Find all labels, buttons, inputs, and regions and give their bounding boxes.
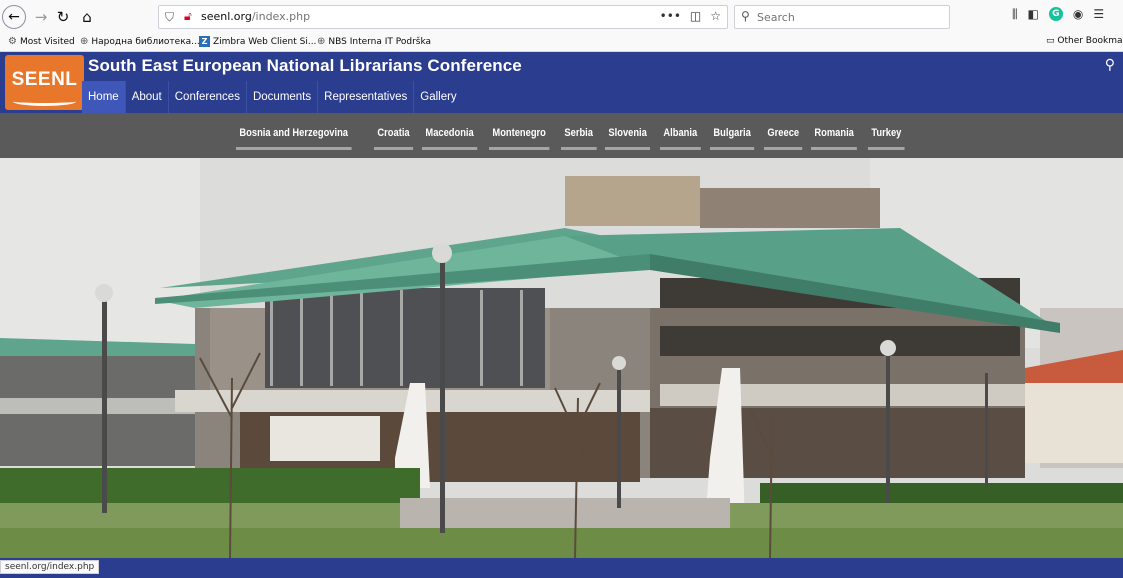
url-host: seenl.org xyxy=(201,10,252,23)
url-bar[interactable]: ⛉ 🔓︎ seenl.org/index.php ••• ◫ ☆ xyxy=(158,5,728,29)
globe-icon: ⊕ xyxy=(80,36,89,47)
star-icon[interactable]: ☆ xyxy=(710,9,721,23)
nav-about[interactable]: About xyxy=(126,81,169,113)
menu-icon[interactable]: ☰ xyxy=(1093,7,1104,22)
browser-search-input[interactable] xyxy=(757,9,937,25)
library-icon[interactable]: ⫼ xyxy=(1012,7,1018,22)
bookmark-label: Народна библиотека... xyxy=(91,36,200,47)
sidebar-icon[interactable]: ◧ xyxy=(1028,7,1039,22)
zimbra-icon: Z xyxy=(199,36,210,47)
browser-toolbar: ← → ↻ ⌂ ⛉ 🔓︎ seenl.org/index.php ••• ◫ ☆… xyxy=(0,0,1123,33)
book-icon xyxy=(13,97,76,106)
other-bookmarks[interactable]: ▭ Other Bookmarks xyxy=(1046,36,1123,46)
url-path: /index.php xyxy=(251,10,311,23)
site-header: SEENL South East European National Libra… xyxy=(0,52,1123,113)
bookmark-label: NBS Interna IT Podrška xyxy=(328,36,432,47)
reload-icon: ↻ xyxy=(56,8,70,26)
site-title: South East European National Librarians … xyxy=(88,56,522,75)
bookmark-nbs[interactable]: ⊕ NBS Interna IT Podrška xyxy=(317,36,431,47)
folder-icon: ▭ xyxy=(1046,36,1055,46)
url-text[interactable]: seenl.org/index.php xyxy=(201,10,310,23)
main-nav: Home About Conferences Documents Represe… xyxy=(82,81,463,113)
country-bar: Bosnia and Herzegovina Croatia Macedonia… xyxy=(0,113,1123,158)
nav-representatives[interactable]: Representatives xyxy=(318,81,415,113)
nav-gallery[interactable]: Gallery xyxy=(414,81,462,113)
reload-button[interactable]: ↻ xyxy=(52,6,74,28)
account-icon[interactable]: ◉ xyxy=(1073,7,1083,22)
browser-search-bar[interactable]: ⚲ xyxy=(734,5,950,29)
country-bosnia[interactable]: Bosnia and Herzegovina xyxy=(236,122,352,150)
bookmark-zimbra[interactable]: Z Zimbra Web Client Si... xyxy=(199,36,316,47)
country-greece[interactable]: Greece xyxy=(764,122,803,150)
shield-icon[interactable]: ⛉ xyxy=(165,10,174,25)
bookmarks-bar: ⚙ Most Visited ⊕ Народна библиотека... Z Zi… xyxy=(0,33,1123,52)
hero-image xyxy=(0,158,1123,558)
country-slovenia[interactable]: Slovenia xyxy=(605,122,651,150)
nav-documents[interactable]: Documents xyxy=(247,81,319,113)
back-button[interactable]: ← xyxy=(2,5,26,29)
search-icon: ⚲ xyxy=(741,9,750,23)
library-building-illustration xyxy=(0,158,1123,558)
country-albania[interactable]: Albania xyxy=(660,122,701,150)
bookmark-most-visited[interactable]: ⚙ Most Visited xyxy=(8,36,75,47)
other-bookmarks-label: Other Bookmarks xyxy=(1057,36,1123,46)
globe-icon: ⊕ xyxy=(317,36,326,47)
arrow-right-icon: → xyxy=(34,8,48,26)
bookmark-narodna[interactable]: ⊕ Народна библиотека... xyxy=(80,36,200,47)
home-icon: ⌂ xyxy=(82,8,92,26)
footer-strip xyxy=(0,558,1123,578)
country-turkey[interactable]: Turkey xyxy=(867,122,905,150)
home-button[interactable]: ⌂ xyxy=(76,6,98,28)
country-romania[interactable]: Romania xyxy=(811,122,858,150)
nav-home[interactable]: Home xyxy=(82,81,126,113)
search-icon: ⚲ xyxy=(1104,57,1115,73)
gear-icon: ⚙ xyxy=(8,36,17,47)
nav-conferences[interactable]: Conferences xyxy=(169,81,247,113)
pocket-icon[interactable]: ◫ xyxy=(690,9,701,23)
country-croatia[interactable]: Croatia xyxy=(373,122,413,150)
bookmark-label: Most Visited xyxy=(19,36,75,47)
country-montenegro[interactable]: Montenegro xyxy=(488,122,549,150)
arrow-left-icon: ← xyxy=(8,9,20,25)
country-bulgaria[interactable]: Bulgaria xyxy=(710,122,755,150)
page-actions-icon[interactable]: ••• xyxy=(660,9,681,23)
bookmark-label: Zimbra Web Client Si... xyxy=(213,36,317,47)
country-macedonia[interactable]: Macedonia xyxy=(421,122,477,150)
country-serbia[interactable]: Serbia xyxy=(561,122,597,150)
logo-text: SEENL xyxy=(11,69,78,90)
forward-button[interactable]: → xyxy=(30,6,52,28)
site-search-button[interactable]: ⚲ xyxy=(1105,57,1115,73)
status-url-tooltip: seenl.org/index.php xyxy=(0,560,100,574)
site-logo[interactable]: SEENL xyxy=(5,55,84,110)
grammarly-icon[interactable]: G xyxy=(1048,7,1063,21)
insecure-lock-icon[interactable]: 🔓︎ xyxy=(184,9,192,24)
